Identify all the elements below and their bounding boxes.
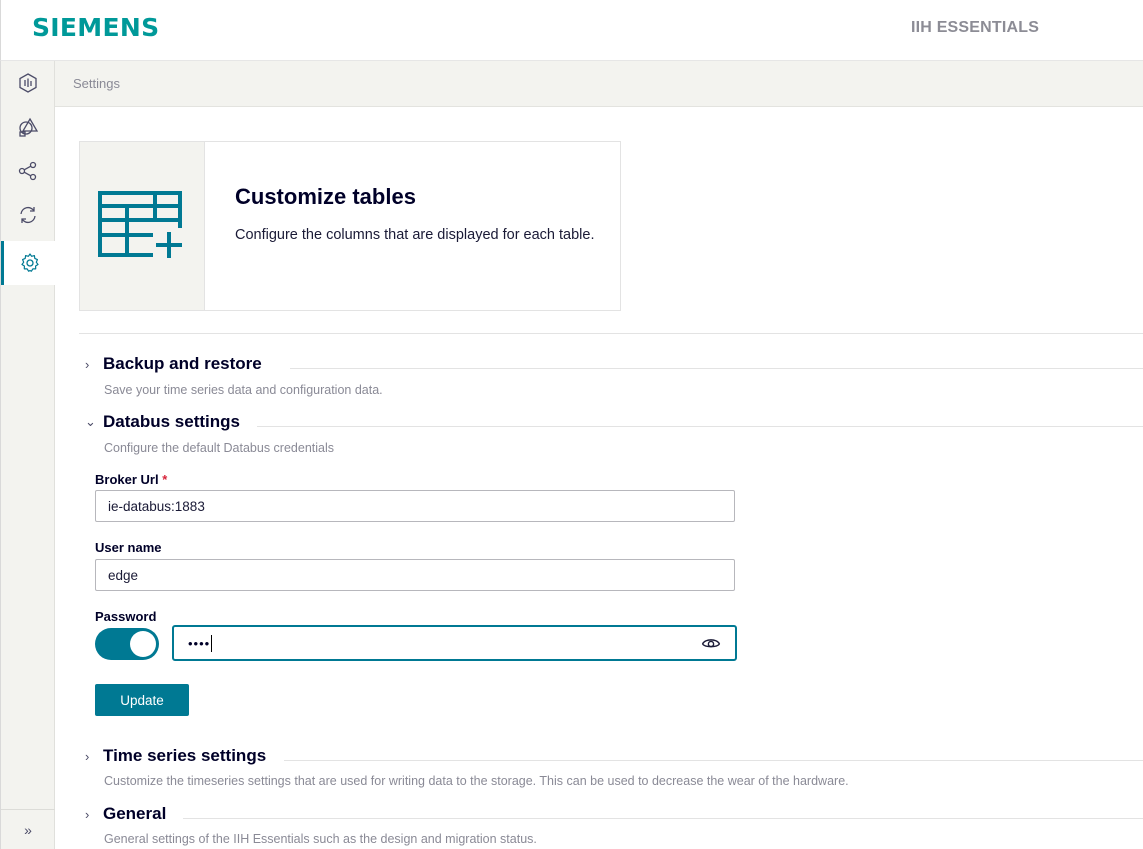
divider (79, 333, 1143, 334)
sidebar-item-dashboard[interactable] (1, 61, 55, 105)
section-general-description: General settings of the IIH Essentials s… (104, 832, 537, 846)
chevron-right-icon: › (85, 748, 90, 764)
share-icon (18, 161, 37, 181)
section-backup-header[interactable]: › Backup and restore (85, 353, 1143, 375)
broker-url-input[interactable]: ie-databus:1883 (95, 490, 735, 522)
app-header: SIEMENS IIH ESSENTIALS (0, 0, 1143, 61)
card-icon-box (80, 142, 205, 310)
username-input[interactable]: edge (95, 559, 735, 591)
password-label: Password (95, 609, 157, 624)
section-divider (284, 760, 1143, 761)
sidebar-item-settings[interactable] (1, 241, 55, 285)
chevron-right-icon: › (85, 806, 90, 822)
sidebar-item-shapes[interactable] (1, 105, 55, 149)
breadcrumb: Settings (73, 76, 120, 91)
toggle-knob (130, 631, 156, 657)
customize-tables-card[interactable]: Customize tables Configure the columns t… (79, 141, 621, 311)
sidebar-item-sync[interactable] (1, 193, 55, 237)
text-caret (211, 634, 213, 652)
sidebar: » (0, 61, 55, 849)
eye-icon[interactable] (701, 635, 721, 651)
section-backup-description: Save your time series data and configura… (104, 383, 383, 397)
section-timeseries-title: Time series settings (103, 746, 267, 765)
hexagon-bars-icon (19, 73, 37, 93)
app-name: IIH ESSENTIALS (911, 19, 1040, 36)
update-button[interactable]: Update (95, 684, 189, 716)
sidebar-expand-button[interactable]: » (1, 809, 55, 849)
chevron-down-icon: ⌄ (85, 414, 96, 429)
username-label: User name (95, 540, 162, 555)
section-timeseries-description: Customize the timeseries settings that a… (104, 774, 849, 788)
shapes-icon (19, 117, 39, 137)
chevron-right-icon: › (85, 356, 90, 372)
table-add-icon (98, 191, 187, 262)
section-databus-description: Configure the default Databus credential… (104, 441, 335, 455)
section-general-title: General (103, 804, 167, 823)
gear-icon (20, 253, 39, 272)
siemens-logo: SIEMENS (32, 13, 160, 42)
password-input[interactable]: •••• (172, 625, 737, 661)
section-databus-title: Databus settings (103, 412, 240, 431)
breadcrumb-bar: Settings (55, 61, 1143, 107)
required-marker: * (162, 472, 168, 487)
password-toggle[interactable] (95, 628, 159, 660)
broker-url-label-text: Broker Url (95, 472, 159, 487)
section-divider (257, 426, 1143, 427)
section-backup-title: Backup and restore (103, 354, 262, 373)
section-general-header[interactable]: › General (85, 803, 1143, 825)
password-value: •••• (188, 635, 211, 651)
card-title: Customize tables (235, 184, 416, 209)
section-divider (183, 818, 1143, 819)
section-divider (290, 368, 1143, 369)
refresh-icon (20, 206, 36, 224)
sidebar-item-connections[interactable] (1, 149, 55, 193)
broker-url-label: Broker Url * (95, 472, 167, 487)
section-databus-header[interactable]: ⌄ Databus settings (85, 411, 1143, 433)
card-description: Configure the columns that are displayed… (235, 227, 595, 243)
section-timeseries-header[interactable]: › Time series settings (85, 745, 1143, 767)
